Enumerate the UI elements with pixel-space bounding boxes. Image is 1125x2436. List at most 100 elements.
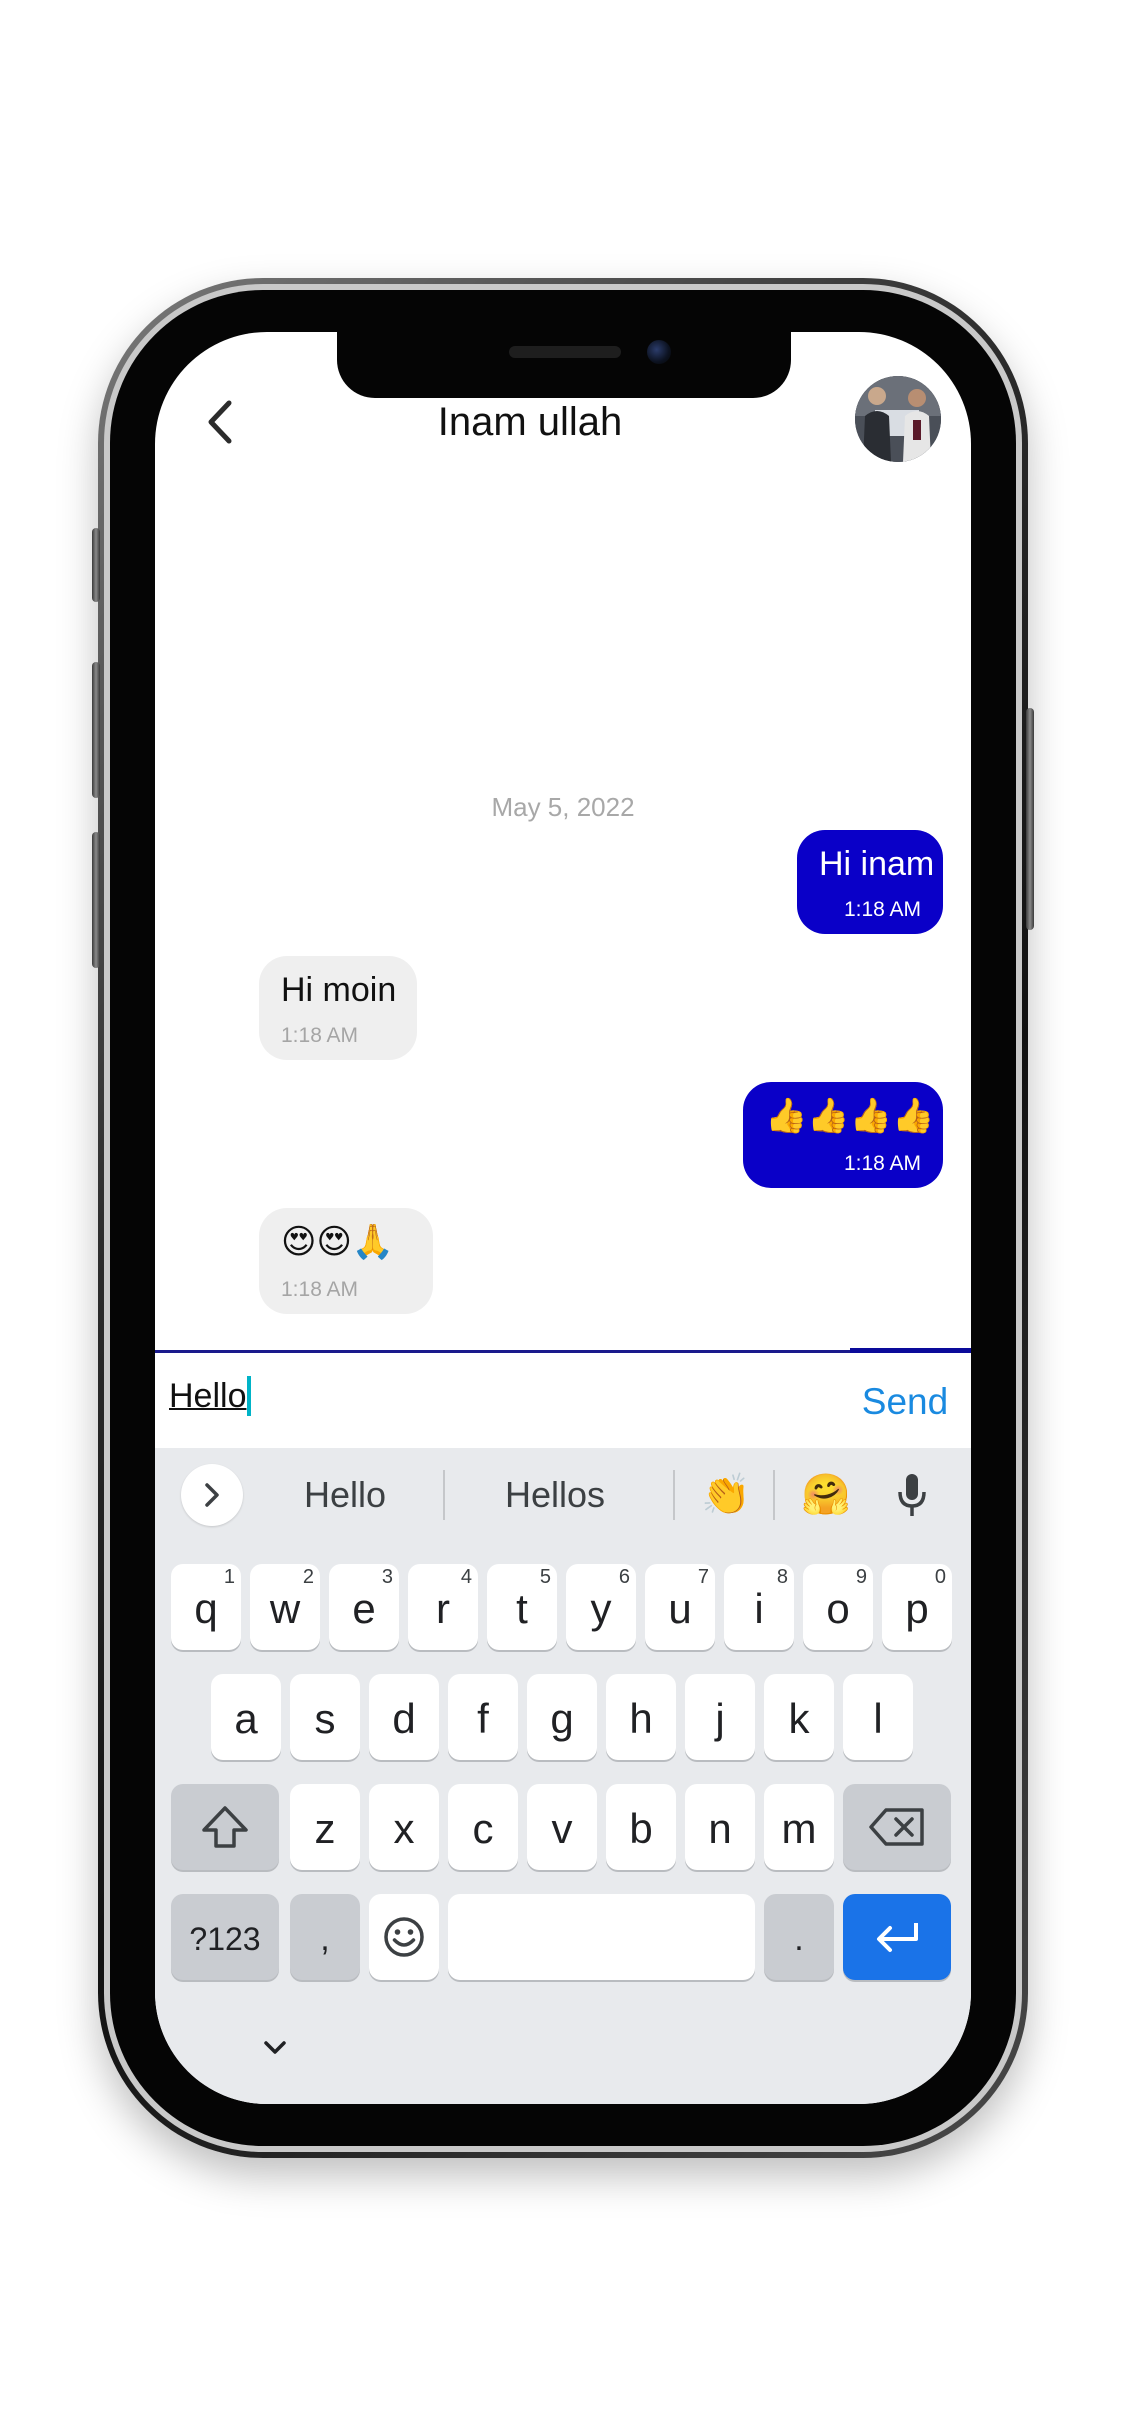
key-hint: 2 [302, 1566, 314, 1588]
hide-keyboard-button[interactable] [255, 2028, 295, 2068]
key-label: s [314, 1695, 336, 1742]
key-label: , [320, 1919, 330, 1958]
period-key[interactable]: . [764, 1894, 834, 1980]
message-input-value: Hello [169, 1377, 247, 1415]
key-label: u [668, 1585, 692, 1632]
message-emoji-text: 😍😍🙏 [281, 1223, 395, 1261]
key-label: ?123 [189, 1920, 261, 1957]
key-v[interactable]: v [527, 1784, 597, 1870]
key-label: b [629, 1805, 653, 1852]
date-separator: May 5, 2022 [491, 792, 635, 822]
key-z[interactable]: z [290, 1784, 360, 1870]
suggestion-word[interactable]: Hellos [455, 1464, 655, 1526]
message-bubble-outgoing[interactable]: 👍👍👍👍 1:18 AM [743, 1082, 943, 1188]
key-i[interactable]: i8 [724, 1564, 794, 1650]
message-time: 1:18 AM [281, 1024, 359, 1047]
key-y[interactable]: y6 [566, 1564, 636, 1650]
key-b[interactable]: b [606, 1784, 676, 1870]
key-label: f [477, 1695, 489, 1742]
composer-divider [155, 1350, 971, 1353]
space-key[interactable] [448, 1894, 755, 1980]
suggestion-word[interactable]: Hello [265, 1464, 425, 1526]
key-x[interactable]: x [369, 1784, 439, 1870]
chevron-left-icon [208, 400, 232, 444]
key-l[interactable]: l [843, 1674, 913, 1760]
key-s[interactable]: s [290, 1674, 360, 1760]
suggestion-emoji-clap[interactable]: 👏 [681, 1464, 771, 1526]
key-label: d [392, 1695, 416, 1742]
key-p[interactable]: p0 [882, 1564, 952, 1650]
backspace-key[interactable] [843, 1784, 951, 1870]
key-n[interactable]: n [685, 1784, 755, 1870]
key-label: t [516, 1585, 528, 1632]
key-label: e [352, 1585, 376, 1632]
key-label: v [551, 1805, 573, 1852]
power-button [1026, 708, 1034, 930]
key-u[interactable]: u7 [645, 1564, 715, 1650]
key-h[interactable]: h [606, 1674, 676, 1760]
back-button[interactable] [195, 392, 245, 452]
text-cursor [247, 1376, 252, 1416]
key-m[interactable]: m [764, 1784, 834, 1870]
key-t[interactable]: t5 [487, 1564, 557, 1650]
suggestion-emoji-hug[interactable]: 🤗 [781, 1464, 871, 1526]
emoji-key[interactable] [369, 1894, 439, 1980]
key-hint: 8 [776, 1566, 788, 1588]
shift-key[interactable] [171, 1784, 279, 1870]
key-q[interactable]: q1 [171, 1564, 241, 1650]
suggestion-divider [443, 1470, 445, 1520]
key-label: i [754, 1585, 764, 1632]
key-label: h [629, 1695, 653, 1742]
key-o[interactable]: o9 [803, 1564, 873, 1650]
key-hint: 6 [618, 1566, 630, 1588]
voice-input-button[interactable] [877, 1464, 947, 1526]
key-d[interactable]: d [369, 1674, 439, 1760]
contact-avatar[interactable] [855, 376, 941, 462]
key-hint: 1 [223, 1566, 235, 1588]
key-k[interactable]: k [764, 1674, 834, 1760]
message-input[interactable]: Hello [169, 1368, 819, 1424]
composer-divider-accent [850, 1348, 971, 1353]
key-label: n [708, 1805, 732, 1852]
front-camera [647, 340, 671, 364]
key-c[interactable]: c [448, 1784, 518, 1870]
message-bubble-incoming[interactable]: Hi moin 1:18 AM [259, 956, 417, 1060]
enter-key[interactable] [843, 1894, 951, 1980]
key-r[interactable]: r4 [408, 1564, 478, 1650]
key-label: a [234, 1695, 258, 1742]
backspace-icon [869, 1808, 924, 1846]
volume-up-button [92, 662, 100, 798]
key-label: l [873, 1695, 883, 1742]
key-label: o [826, 1585, 850, 1632]
message-bubble-incoming[interactable]: 😍😍🙏 1:18 AM [259, 1208, 433, 1314]
key-a[interactable]: a [211, 1674, 281, 1760]
avatar-photo [855, 376, 941, 462]
symbols-key[interactable]: ?123 [171, 1894, 279, 1980]
message-time: 1:18 AM [281, 1278, 359, 1301]
key-label: g [550, 1695, 574, 1742]
key-hint: 3 [381, 1566, 393, 1588]
key-e[interactable]: e3 [329, 1564, 399, 1650]
key-label: j [715, 1695, 725, 1742]
shift-arrow-icon [202, 1806, 248, 1848]
key-j[interactable]: j [685, 1674, 755, 1760]
key-f[interactable]: f [448, 1674, 518, 1760]
message-time: 1:18 AM [843, 1152, 921, 1175]
key-w[interactable]: w2 [250, 1564, 320, 1650]
message-emoji-text: 👍👍👍👍 [765, 1097, 935, 1135]
mute-switch [92, 528, 100, 602]
volume-down-button [92, 832, 100, 968]
comma-key[interactable]: , [290, 1894, 360, 1980]
key-label: c [472, 1805, 494, 1852]
send-button[interactable]: Send [845, 1372, 965, 1432]
key-hint: 0 [934, 1566, 946, 1588]
phone-screen: Inam ullah May 5, 2022 Hi inam 1:18 AM H… [155, 332, 971, 2104]
key-hint: 9 [855, 1566, 867, 1588]
message-bubble-outgoing[interactable]: Hi inam 1:18 AM [797, 830, 943, 934]
earpiece-speaker [509, 346, 621, 358]
key-label: z [314, 1805, 336, 1852]
key-label: r [436, 1585, 450, 1632]
key-hint: 7 [697, 1566, 709, 1588]
key-g[interactable]: g [527, 1674, 597, 1760]
suggestion-expand-button[interactable] [181, 1464, 243, 1526]
